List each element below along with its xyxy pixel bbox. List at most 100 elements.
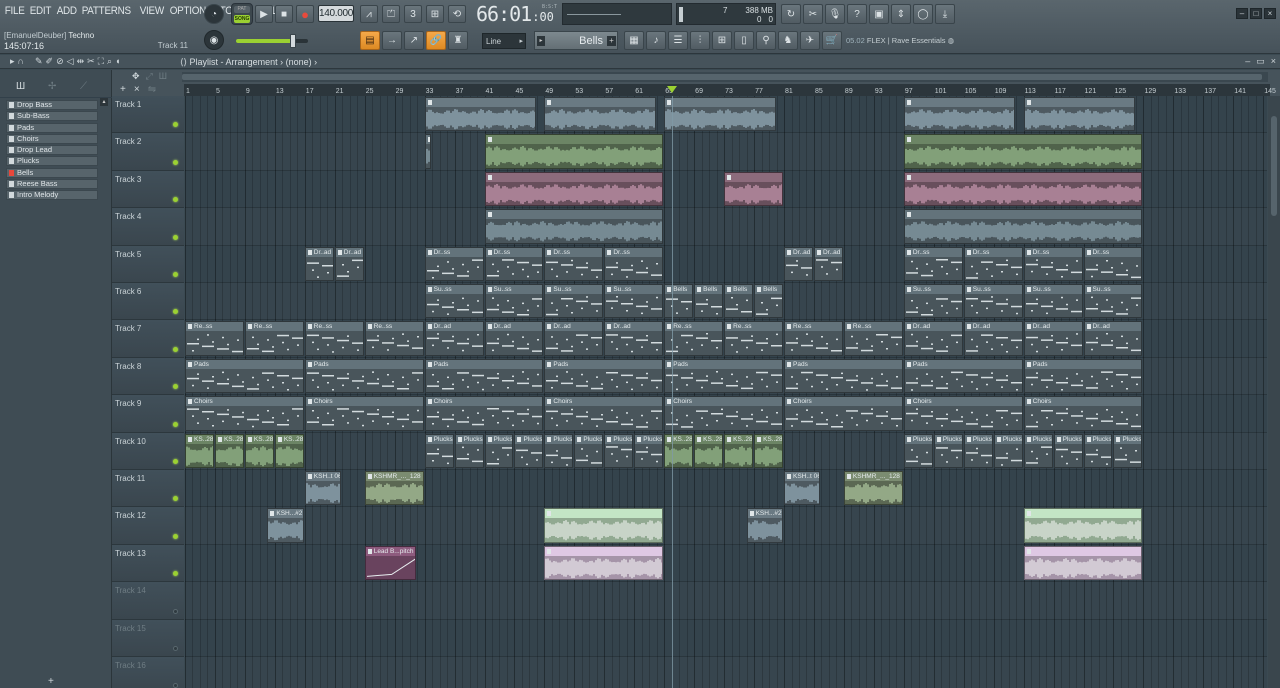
track-header[interactable]: Track 2: [112, 133, 184, 171]
pattern-clip[interactable]: Plucks: [484, 433, 514, 468]
pattern-item[interactable]: Drop Lead: [6, 145, 98, 156]
mixer-icon[interactable]: ⫶: [690, 31, 710, 50]
pattern-clip[interactable]: Re..ss: [304, 321, 364, 356]
pattern-clip[interactable]: Choirs: [185, 396, 304, 431]
track-mute-led[interactable]: [173, 608, 178, 614]
playlist-restore-icon[interactable]: ▭: [1256, 56, 1265, 67]
chat-icon[interactable]: ◯: [913, 4, 933, 24]
pattern-clip[interactable]: Pads: [664, 358, 784, 394]
pattern-clip[interactable]: Re..ss: [364, 321, 424, 356]
pattern-clip[interactable]: Plucks: [993, 433, 1023, 468]
pattern-clip[interactable]: Re..ss: [244, 321, 304, 356]
audio-clip[interactable]: KS..28: [185, 433, 214, 468]
pattern-clip[interactable]: Dr..ad: [304, 246, 334, 281]
pattern-clip[interactable]: Bells: [724, 284, 754, 319]
arrangement-grid[interactable]: Dr..ad Dr..ad Dr..ss Dr..ss Dr..ss Dr..ss Dr..…: [185, 96, 1267, 688]
track-mute-led[interactable]: [173, 683, 178, 688]
audio-clip[interactable]: [724, 171, 784, 207]
pattern-clip[interactable]: Su..ss: [604, 284, 664, 319]
playlist-minimize-icon[interactable]: –: [1245, 56, 1250, 67]
track-header[interactable]: Track 5: [112, 245, 184, 283]
pat-song-toggle[interactable]: PAT SONG: [231, 3, 253, 25]
loop-record-icon[interactable]: ⟲: [448, 5, 466, 23]
pattern-clip[interactable]: Choirs: [903, 396, 1023, 431]
automation-icon[interactable]: ⟋: [80, 81, 87, 92]
zoom-icon[interactable]: ⌕: [107, 56, 112, 67]
maximize-icon[interactable]: □: [1250, 8, 1262, 19]
pattern-clip[interactable]: Su..ss: [1083, 284, 1143, 319]
timeline-ruler[interactable]: 1 5 9 13 17 21 25 29 33 37 41 45 49 53 57 61 65 69 73 77 81 8…: [184, 84, 1276, 96]
snap-select[interactable]: Line ▸: [482, 33, 526, 49]
pattern-clip[interactable]: Choirs: [664, 396, 784, 431]
pattern-item[interactable]: Reese Bass: [6, 179, 98, 190]
pattern-item[interactable]: Bells: [6, 167, 98, 178]
pattern-clip[interactable]: Plucks: [933, 433, 963, 468]
audio-clip[interactable]: [1023, 545, 1143, 581]
link-tracks-icon[interactable]: ⇋: [148, 84, 156, 95]
pattern-item[interactable]: Sub-Bass: [6, 111, 98, 122]
track-header[interactable]: Track 9: [112, 395, 184, 433]
pattern-clip[interactable]: Choirs: [784, 396, 903, 431]
select-icon[interactable]: ⛶: [98, 56, 104, 67]
magnet-icon[interactable]: ∩: [18, 56, 24, 67]
channel-rack-alt-icon[interactable]: ⊞: [712, 31, 732, 50]
pattern-clip[interactable]: Choirs: [544, 396, 664, 431]
pattern-clip[interactable]: Dr..ss: [604, 246, 664, 281]
track-mute-led[interactable]: [173, 645, 178, 651]
audio-clip[interactable]: KSHMR_..._128: [843, 471, 903, 506]
pattern-clip[interactable]: Su..ss: [1023, 284, 1083, 319]
track-lane[interactable]: [185, 470, 1267, 508]
automation-clip[interactable]: Lead B...pitch: [364, 545, 417, 581]
chevron-down-icon[interactable]: ▸: [537, 36, 545, 46]
audio-clip[interactable]: KSH..t 06: [784, 471, 821, 506]
move-icon[interactable]: ✥: [132, 71, 140, 82]
render-icon[interactable]: ⇕: [891, 4, 911, 24]
track-lane[interactable]: [185, 620, 1267, 657]
menu-item-file[interactable]: FILE: [2, 5, 27, 21]
pattern-clip[interactable]: Dr..ad: [963, 321, 1023, 356]
channel-rack-icon[interactable]: ☰: [668, 31, 688, 50]
touch-controller-icon[interactable]: ✈: [800, 31, 820, 50]
grid-icon[interactable]: Ш: [159, 71, 167, 82]
pattern-clip[interactable]: Bells: [754, 284, 784, 319]
pattern-clip[interactable]: Su..ss: [963, 284, 1023, 319]
save-icon[interactable]: ▣: [869, 4, 889, 24]
pattern-clip[interactable]: Bells: [664, 284, 694, 319]
track-mute-led[interactable]: [173, 458, 178, 464]
tempo-tap-icon[interactable]: ♞: [778, 31, 798, 50]
picker-scroll-up-icon[interactable]: ▴: [100, 98, 108, 106]
audio-settings-icon[interactable]: 🎙: [825, 4, 845, 24]
close-icon[interactable]: ×: [1264, 8, 1276, 19]
track-mute-led[interactable]: [173, 122, 178, 128]
track-mute-led[interactable]: [173, 234, 178, 240]
pattern-clip[interactable]: Pads: [903, 358, 1023, 394]
master-volume-knob-icon[interactable]: ◉: [204, 30, 224, 50]
pattern-item[interactable]: Intro Melody: [6, 190, 98, 201]
track-mute-led[interactable]: [173, 571, 178, 577]
pattern-clip[interactable]: Pads: [424, 358, 544, 394]
track-mute-led[interactable]: [173, 384, 178, 390]
pattern-clip[interactable]: Dr..ad: [1083, 321, 1143, 356]
pattern-clip[interactable]: Plucks: [1083, 433, 1113, 468]
delete-icon[interactable]: ⊘: [56, 56, 64, 67]
pattern-clip[interactable]: Dr..ad: [903, 321, 963, 356]
add-track-icon[interactable]: +: [48, 676, 54, 687]
track-lane[interactable]: [185, 657, 1267, 688]
pattern-clip[interactable]: Pads: [1023, 358, 1143, 394]
audio-clip[interactable]: KS..28: [244, 433, 274, 468]
mute-icon[interactable]: ◁: [67, 56, 74, 67]
step-icon[interactable]: →: [382, 31, 402, 50]
track-header[interactable]: Track 10: [112, 432, 184, 470]
audio-clip[interactable]: [484, 171, 664, 207]
pattern-clip[interactable]: Choirs: [424, 396, 544, 431]
stop-button[interactable]: ■: [275, 5, 293, 23]
audio-clip[interactable]: [664, 97, 776, 132]
playhead-marker[interactable]: [666, 86, 677, 93]
pattern-clip[interactable]: Dr..ad: [813, 246, 843, 281]
pattern-clip[interactable]: Re..ss: [843, 321, 903, 356]
pattern-clip[interactable]: Pads: [784, 358, 903, 394]
pattern-clip[interactable]: Su..ss: [484, 284, 544, 319]
track-header[interactable]: Track 7: [112, 320, 184, 358]
menu-item-edit[interactable]: EDIT: [27, 5, 54, 21]
track-mute-led[interactable]: [173, 197, 178, 203]
